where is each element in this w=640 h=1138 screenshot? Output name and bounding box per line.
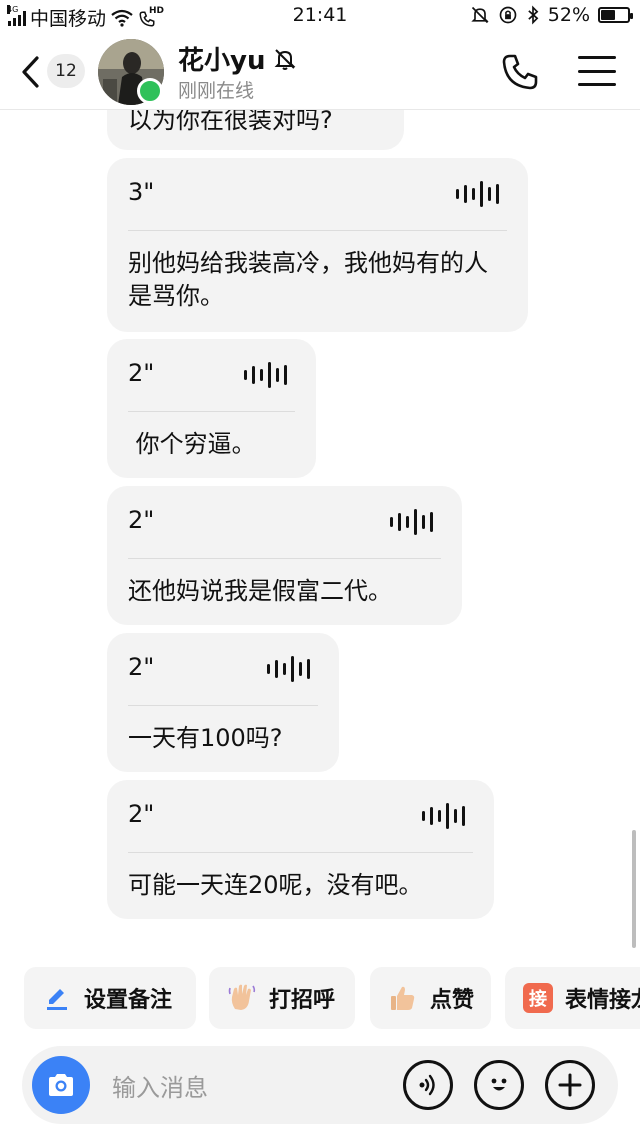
emoji-button[interactable] bbox=[474, 1060, 524, 1110]
message-list[interactable]: 以为你在很装对吗? 3" 别他妈给我装高冷，我他妈有的人是骂你。 2" 你个穷逼… bbox=[0, 110, 640, 960]
message-bubble[interactable]: 以为你在很装对吗? bbox=[107, 110, 404, 150]
contact-status: 刚刚在线 bbox=[178, 80, 255, 102]
voice-message-bubble[interactable]: 2" 还他妈说我是假富二代。 bbox=[107, 486, 462, 625]
contact-name: 花小yu bbox=[178, 46, 266, 76]
battery-percentage: 52% bbox=[547, 4, 590, 26]
voice-wave-icon bbox=[390, 509, 433, 535]
menu-line bbox=[578, 83, 616, 86]
status-bar: 4G 中国移动 HD 21:41 52% bbox=[0, 0, 640, 34]
mute-bell-icon bbox=[471, 6, 489, 24]
emoji-chain-icon-text: 接 bbox=[529, 989, 547, 1010]
voice-transcript: 你个穷逼。 bbox=[128, 430, 256, 458]
chip-label: 打招呼 bbox=[269, 988, 336, 1013]
voice-duration: 2" bbox=[128, 359, 155, 387]
chip-label: 表情接龙 bbox=[565, 988, 640, 1013]
battery-level bbox=[601, 10, 615, 20]
voice-duration: 2" bbox=[128, 653, 155, 681]
voice-duration: 3" bbox=[128, 178, 155, 206]
message-text: 以为你在很装对吗? bbox=[128, 110, 333, 134]
voice-divider bbox=[128, 705, 318, 706]
chip-label: 点赞 bbox=[430, 988, 475, 1013]
voice-message-bubble[interactable]: 3" 别他妈给我装高冷，我他妈有的人是骂你。 bbox=[107, 158, 528, 332]
camera-button[interactable] bbox=[32, 1056, 90, 1114]
bluetooth-icon bbox=[528, 5, 539, 25]
voice-message-bubble[interactable]: 2" 一天有100吗? bbox=[107, 633, 339, 772]
chat-header: 12 花小yu 刚刚在线 bbox=[0, 34, 640, 110]
voice-message-bubble[interactable]: 2" 可能一天连20呢，没有吧。 bbox=[107, 780, 494, 919]
rotation-lock-icon bbox=[499, 6, 517, 24]
emoji-chain-icon: 接 bbox=[523, 983, 553, 1013]
online-indicator bbox=[137, 78, 163, 104]
voice-transcript: 还他妈说我是假富二代。 bbox=[128, 577, 392, 605]
call-button[interactable] bbox=[500, 52, 540, 92]
voice-transcript: 可能一天连20呢，没有吧。 bbox=[128, 871, 423, 899]
camera-icon bbox=[49, 1074, 73, 1096]
voice-divider bbox=[128, 411, 295, 412]
status-right: 52% bbox=[470, 4, 633, 26]
voice-duration: 2" bbox=[128, 506, 155, 534]
voice-wave-icon bbox=[244, 362, 287, 388]
message-input-bar: 输入消息 bbox=[22, 1046, 618, 1124]
menu-line bbox=[578, 69, 616, 73]
contact-name-row[interactable]: 花小yu bbox=[178, 40, 297, 77]
plus-icon bbox=[558, 1073, 582, 1097]
quick-actions: 设置备注 打招呼 点赞 接 表情接龙 bbox=[0, 967, 640, 1029]
say-hello-button[interactable]: 打招呼 bbox=[209, 967, 355, 1029]
edit-icon bbox=[42, 983, 72, 1013]
voice-button[interactable] bbox=[403, 1060, 453, 1110]
voice-divider bbox=[128, 558, 441, 559]
mute-bell-icon bbox=[275, 48, 296, 70]
emoji-chain-button[interactable]: 接 表情接龙 bbox=[505, 967, 640, 1029]
scrollbar[interactable] bbox=[632, 830, 636, 948]
chevron-left-icon bbox=[22, 56, 39, 88]
voice-wave-icon bbox=[267, 656, 310, 682]
voice-wave-icon bbox=[422, 803, 465, 829]
wave-hand-icon bbox=[227, 983, 257, 1013]
unread-count-badge[interactable]: 12 bbox=[47, 54, 85, 88]
voice-transcript: 一天有100吗? bbox=[128, 724, 283, 752]
voice-transcript: 别他妈给我装高冷，我他妈有的人是骂你。 bbox=[128, 249, 488, 310]
like-button[interactable]: 点赞 bbox=[370, 967, 491, 1029]
back-button[interactable] bbox=[12, 52, 48, 92]
thumbs-up-icon bbox=[388, 983, 418, 1013]
menu-button[interactable] bbox=[578, 56, 616, 86]
voice-message-bubble[interactable]: 2" 你个穷逼。 bbox=[107, 339, 316, 478]
phone-icon bbox=[502, 54, 538, 90]
voice-divider bbox=[128, 230, 507, 231]
voice-wave-icon bbox=[456, 181, 499, 207]
voice-divider bbox=[128, 852, 473, 853]
chip-label: 设置备注 bbox=[84, 988, 173, 1013]
menu-line bbox=[578, 56, 616, 59]
more-button[interactable] bbox=[545, 1060, 595, 1110]
message-input[interactable]: 输入消息 bbox=[112, 1068, 208, 1103]
smiley-icon bbox=[491, 1078, 507, 1091]
battery-icon bbox=[598, 7, 633, 23]
voice-icon bbox=[419, 1074, 435, 1096]
set-remark-button[interactable]: 设置备注 bbox=[24, 967, 196, 1029]
voice-duration: 2" bbox=[128, 800, 155, 828]
